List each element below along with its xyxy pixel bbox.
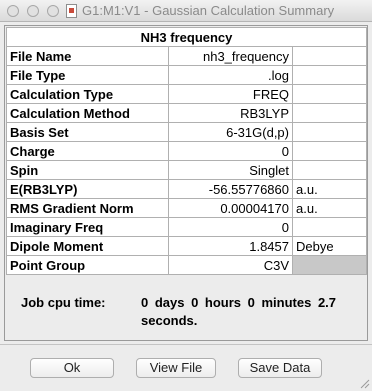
row-value: 1.8457 (168, 236, 293, 256)
row-unit (291, 122, 368, 142)
row-label: RMS Gradient Norm (6, 198, 169, 218)
row-value: C3V (168, 255, 293, 275)
summary-table: NH3 frequency File Name nh3_frequency File… (5, 27, 368, 275)
row-unit (291, 84, 368, 104)
title-bar[interactable]: G1:M1:V1 - Gaussian Calculation Summary (0, 0, 372, 22)
row-value: 6-31G(d,p) (168, 122, 293, 142)
row-value: 0.00004170 (168, 198, 293, 218)
row-unit (291, 103, 368, 123)
row-label: E(RB3LYP) (6, 179, 169, 199)
row-value: 0 (168, 141, 293, 161)
row-label: Calculation Method (6, 103, 169, 123)
table-row: Dipole Moment 1.8457 Debye (6, 236, 368, 256)
separator (0, 344, 372, 345)
save-data-button[interactable]: Save Data (238, 358, 322, 378)
table-row: File Type .log (6, 65, 368, 85)
row-label: File Type (6, 65, 169, 85)
table-row: Calculation Method RB3LYP (6, 103, 368, 123)
summary-panel: NH3 frequency File Name nh3_frequency File… (4, 25, 368, 341)
row-value: Singlet (168, 160, 293, 180)
document-icon (66, 4, 77, 18)
close-button-icon[interactable] (7, 5, 19, 17)
row-unit (291, 160, 368, 180)
row-value: .log (168, 65, 293, 85)
row-unit: Debye (291, 236, 368, 256)
row-unit (291, 46, 368, 66)
row-value: 0 (168, 217, 293, 237)
calculation-name-header: NH3 frequency (5, 27, 368, 47)
row-label: Point Group (6, 255, 169, 275)
cpu-time-label: Job cpu time: (21, 295, 106, 310)
window-title: G1:M1:V1 - Gaussian Calculation Summary (82, 3, 335, 18)
zoom-button-icon[interactable] (47, 5, 59, 17)
row-label: Calculation Type (6, 84, 169, 104)
table-row: Basis Set 6-31G(d,p) (6, 122, 368, 142)
row-label: File Name (6, 46, 169, 66)
table-row: Spin Singlet (6, 160, 368, 180)
table-header-row: NH3 frequency (5, 27, 368, 47)
row-value: nh3_frequency (168, 46, 293, 66)
table-row: Calculation Type FREQ (6, 84, 368, 104)
table-row: Charge 0 (6, 141, 368, 161)
row-unit (291, 65, 368, 85)
row-value: FREQ (168, 84, 293, 104)
row-label: Dipole Moment (6, 236, 169, 256)
table-row: File Name nh3_frequency (6, 46, 368, 66)
row-label: Basis Set (6, 122, 169, 142)
row-label: Charge (6, 141, 169, 161)
row-value: RB3LYP (168, 103, 293, 123)
cpu-time-value: 0 days 0 hours 0 minutes 2.7 seconds. (141, 295, 337, 328)
row-unit (291, 217, 368, 237)
table-row: RMS Gradient Norm 0.00004170 a.u. (6, 198, 368, 218)
calculation-summary-window: G1:M1:V1 - Gaussian Calculation Summary … (0, 0, 372, 391)
row-unit: a.u. (291, 198, 368, 218)
row-unit: a.u. (291, 179, 368, 199)
table-row: Imaginary Freq 0 (6, 217, 368, 237)
minimize-button-icon[interactable] (27, 5, 39, 17)
row-value: -56.55776860 (168, 179, 293, 199)
table-row: Point Group C3V (6, 255, 368, 275)
row-label: Imaginary Freq (6, 217, 169, 237)
row-unit (291, 141, 368, 161)
row-unit (291, 255, 368, 275)
resize-grip-icon[interactable] (358, 377, 370, 389)
ok-button[interactable]: Ok (30, 358, 114, 378)
row-label: Spin (6, 160, 169, 180)
view-file-button[interactable]: View File (136, 358, 216, 378)
table-row: E(RB3LYP) -56.55776860 a.u. (6, 179, 368, 199)
